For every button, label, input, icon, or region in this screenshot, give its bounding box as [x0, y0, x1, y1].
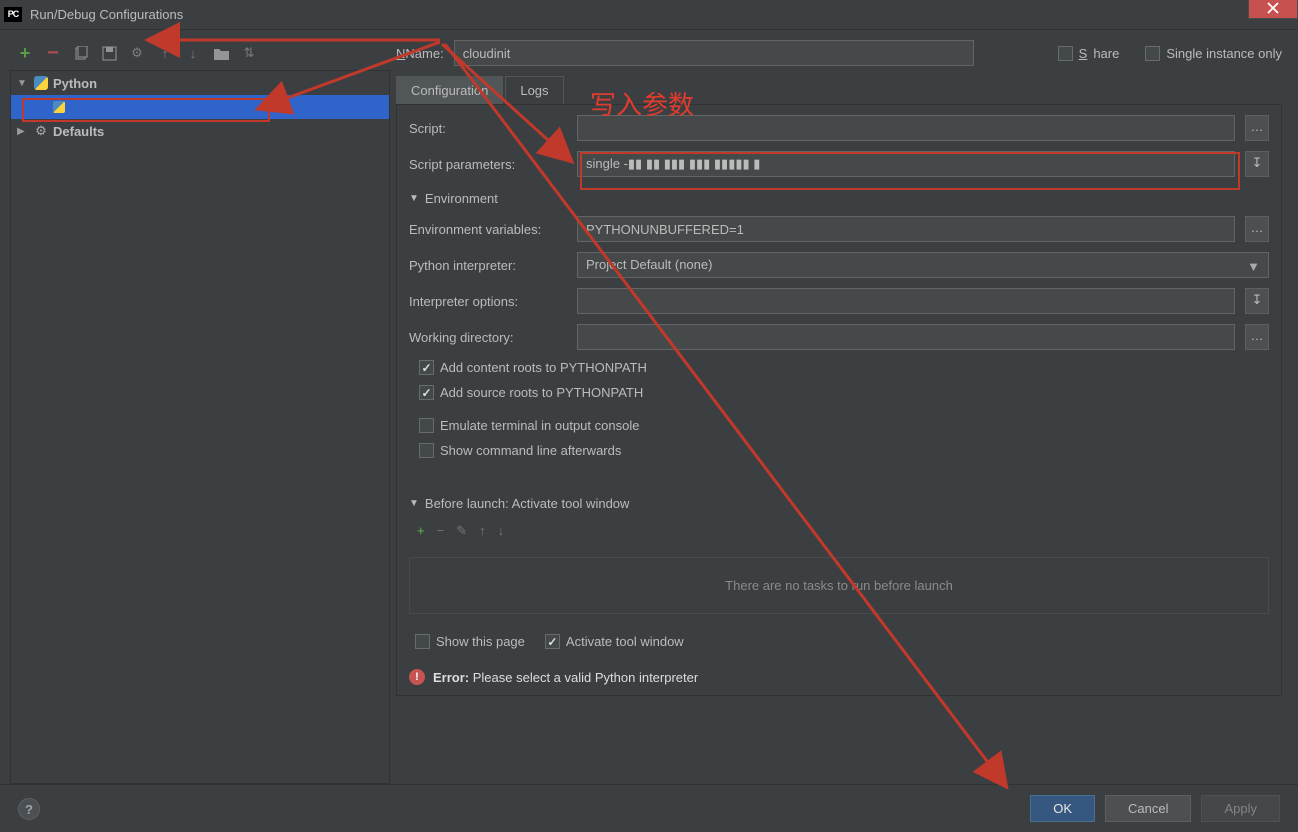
apply-button[interactable]: Apply [1201, 795, 1280, 822]
tree-label: Defaults [53, 124, 104, 139]
single-instance-checkbox[interactable]: Single instance only [1145, 46, 1282, 61]
sidebar: + − ⚙ ↑ ↓ ⇅ ▼ Python ▶ Defaul [10, 40, 390, 784]
tabs: Configuration Logs [396, 76, 1282, 105]
chevron-right-icon: ▶ [17, 126, 29, 137]
checkbox-icon [419, 418, 434, 433]
move-up-icon[interactable]: ↑ [479, 523, 486, 539]
row-env-vars: Environment variables: … [409, 216, 1269, 242]
interpreter-opts-input[interactable] [577, 288, 1235, 314]
config-tree[interactable]: ▼ Python ▶ Defaults [10, 70, 390, 784]
move-down-icon[interactable]: ↓ [184, 44, 202, 62]
workdir-input[interactable] [577, 324, 1235, 350]
error-row: ! Error: Please select a valid Python in… [409, 659, 1269, 685]
before-launch-toolbar: + − ✎ ↑ ↓ [409, 521, 1269, 543]
row-workdir: Working directory: … [409, 324, 1269, 350]
script-label: Script: [409, 121, 567, 136]
app-icon: PC [4, 7, 22, 22]
row-script: Script: … [409, 115, 1269, 141]
checkbox-icon [419, 360, 434, 375]
env-vars-label: Environment variables: [409, 222, 567, 237]
emulate-terminal-checkbox[interactable]: Emulate terminal in output console [419, 418, 1269, 433]
script-icon [51, 99, 67, 115]
window-title: Run/Debug Configurations [30, 7, 183, 22]
titlebar: PC Run/Debug Configurations [0, 0, 1298, 30]
checkbox-icon [415, 634, 430, 649]
show-cmdline-checkbox[interactable]: Show command line afterwards [419, 443, 1269, 458]
help-button[interactable]: ? [18, 798, 40, 820]
defaults-icon [33, 123, 49, 139]
cancel-button[interactable]: Cancel [1105, 795, 1191, 822]
script-input[interactable] [577, 115, 1235, 141]
browse-script-button[interactable]: … [1245, 115, 1269, 141]
before-launch-header[interactable]: ▼Before launch: Activate tool window [409, 496, 1269, 511]
save-config-icon[interactable] [100, 44, 118, 62]
tree-label: Python [53, 76, 97, 91]
python-icon [33, 75, 49, 91]
share-checkbox[interactable]: Share [1058, 46, 1120, 61]
browse-workdir-button[interactable]: … [1245, 324, 1269, 350]
interpreter-opts-label: Interpreter options: [409, 294, 567, 309]
checkbox-icon [1145, 46, 1160, 61]
edit-task-icon[interactable]: ✎ [456, 523, 467, 539]
row-interpreter: Python interpreter: Project Default (non… [409, 252, 1269, 278]
interpreter-select[interactable]: Project Default (none)▼ [577, 252, 1269, 278]
add-task-icon[interactable]: + [417, 523, 425, 539]
config-toolbar: + − ⚙ ↑ ↓ ⇅ [10, 40, 390, 70]
add-content-roots-checkbox[interactable]: Add content roots to PYTHONPATH [419, 360, 1269, 375]
dialog-footer: ? OK Cancel Apply [0, 784, 1298, 832]
checkbox-icon [419, 443, 434, 458]
show-this-page-checkbox[interactable]: Show this page [415, 634, 525, 649]
copy-config-icon[interactable] [72, 44, 90, 62]
row-interpreter-opts: Interpreter options: ↧ [409, 288, 1269, 314]
checkbox-icon [1058, 46, 1073, 61]
tab-configuration[interactable]: Configuration [396, 76, 503, 104]
workdir-label: Working directory: [409, 330, 567, 345]
env-section-header[interactable]: ▼Environment [409, 191, 1269, 206]
move-up-icon[interactable]: ↑ [156, 44, 174, 62]
remove-config-icon[interactable]: − [44, 44, 62, 62]
row-script-params: Script parameters: ↧ [409, 151, 1269, 177]
close-icon [1267, 2, 1279, 14]
script-params-label: Script parameters: [409, 157, 567, 172]
settings-icon[interactable]: ⚙ [128, 44, 146, 62]
move-down-icon[interactable]: ↓ [498, 523, 505, 539]
tree-node-defaults[interactable]: ▶ Defaults [11, 119, 389, 143]
tree-node-python[interactable]: ▼ Python [11, 71, 389, 95]
error-icon: ! [409, 669, 425, 685]
add-source-roots-checkbox[interactable]: Add source roots to PYTHONPATH [419, 385, 1269, 400]
chevron-down-icon: ▼ [409, 193, 419, 204]
name-label: NName: [396, 46, 444, 61]
interpreter-label: Python interpreter: [409, 258, 567, 273]
tab-logs[interactable]: Logs [505, 76, 563, 104]
name-row: NName: Share Single instance only [396, 40, 1282, 76]
expand-params-button[interactable]: ↧ [1245, 151, 1269, 177]
close-button[interactable] [1248, 0, 1298, 19]
env-vars-input[interactable] [577, 216, 1235, 242]
configuration-form: Script: … Script parameters: ↧ ▼Environm… [396, 105, 1282, 696]
add-config-icon[interactable]: + [16, 44, 34, 62]
expand-icon[interactable]: ⇅ [240, 44, 258, 62]
browse-env-button[interactable]: … [1245, 216, 1269, 242]
tree-node-selected[interactable] [11, 95, 389, 119]
tasks-empty: There are no tasks to run before launch [409, 557, 1269, 614]
chevron-down-icon: ▼ [1247, 259, 1260, 274]
main-panel: NName: Share Single instance only Config… [396, 40, 1288, 784]
chevron-down-icon: ▼ [409, 498, 419, 509]
checkbox-icon [545, 634, 560, 649]
expand-opts-button[interactable]: ↧ [1245, 288, 1269, 314]
chevron-down-icon: ▼ [17, 78, 29, 89]
folder-icon[interactable] [212, 44, 230, 62]
activate-tool-window-checkbox[interactable]: Activate tool window [545, 634, 684, 649]
script-params-input[interactable] [577, 151, 1235, 177]
ok-button[interactable]: OK [1030, 795, 1095, 822]
checkbox-icon [419, 385, 434, 400]
remove-task-icon[interactable]: − [437, 523, 445, 539]
name-input[interactable] [454, 40, 974, 66]
